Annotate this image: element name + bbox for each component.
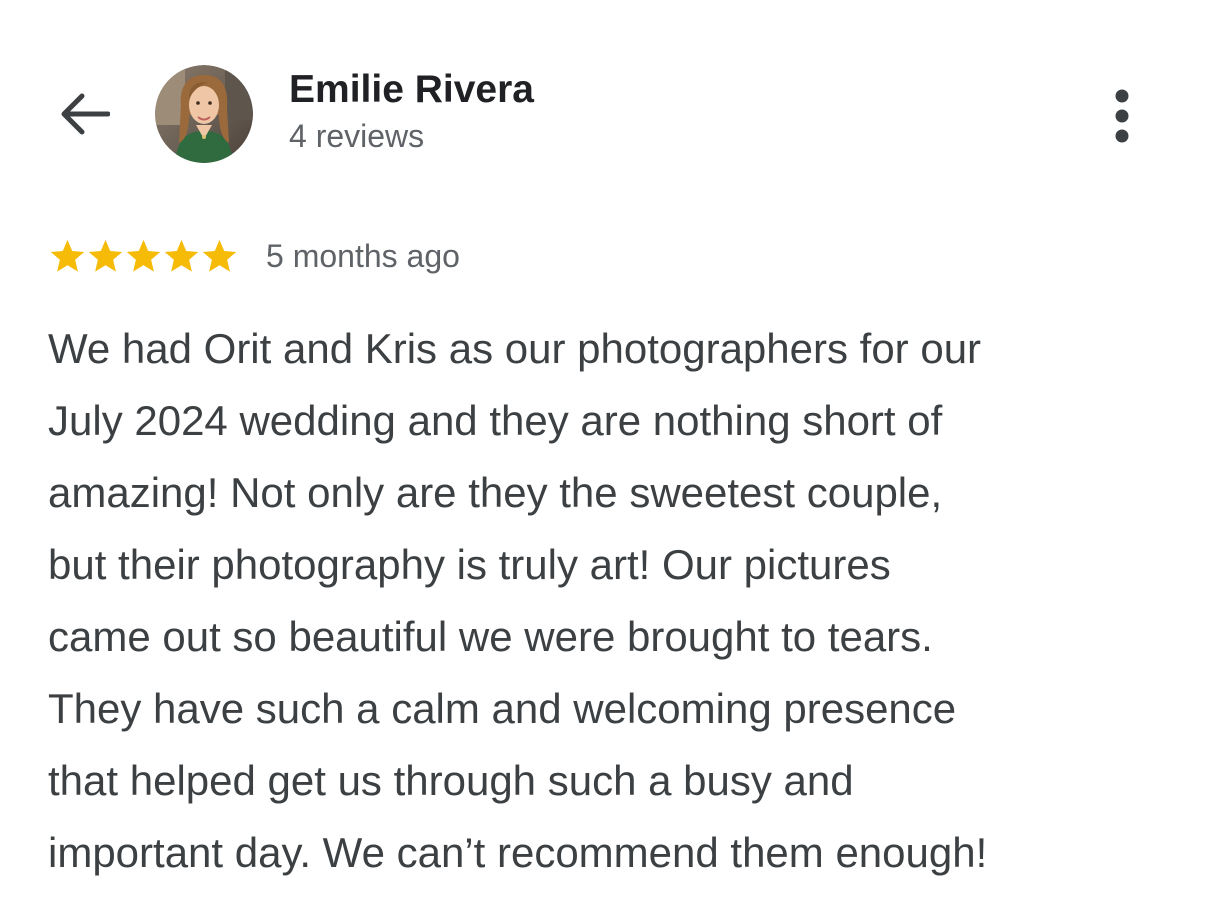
more-options-button[interactable] bbox=[1100, 86, 1144, 146]
arrow-back-icon bbox=[61, 93, 110, 135]
review-text-line: July 2024 wedding and they are nothing s… bbox=[48, 397, 943, 444]
avatar[interactable] bbox=[155, 65, 253, 163]
reviewer-name[interactable]: Emilie Rivera bbox=[289, 66, 534, 114]
reviewer-review-count: 4 reviews bbox=[289, 118, 425, 154]
star-icon bbox=[50, 239, 85, 272]
review-text-line: amazing! Not only are they the sweetest … bbox=[48, 469, 943, 516]
rating-row: 5 months ago bbox=[48, 234, 460, 278]
star-icon bbox=[88, 239, 123, 272]
star-icon bbox=[164, 239, 199, 272]
avatar-photo bbox=[155, 65, 253, 163]
review-text-line: but their photography is truly art! Our … bbox=[48, 541, 891, 588]
review-text-line: came out so beautiful we were brought to… bbox=[48, 613, 933, 660]
review-text-line: They have such a calm and welcoming pres… bbox=[48, 685, 957, 732]
star-rating bbox=[48, 237, 238, 276]
more-vert-icon bbox=[1115, 89, 1129, 143]
review-detail-page: Emilie Rivera 4 reviews 5 months ago We … bbox=[0, 0, 1206, 922]
reviewer-info[interactable]: Emilie Rivera 4 reviews bbox=[289, 66, 534, 158]
review-date: 5 months ago bbox=[266, 237, 460, 274]
star-icon bbox=[202, 239, 237, 272]
review-text-line: important day. We can’t recommend them e… bbox=[48, 829, 988, 876]
star-icon bbox=[126, 239, 161, 272]
back-button[interactable] bbox=[52, 84, 116, 144]
review-text-line: We had Orit and Kris as our photographer… bbox=[48, 325, 982, 372]
review-text-line: that helped get us through such a busy a… bbox=[48, 757, 854, 804]
review-text: We had Orit and Kris as our photographer… bbox=[48, 313, 1168, 889]
